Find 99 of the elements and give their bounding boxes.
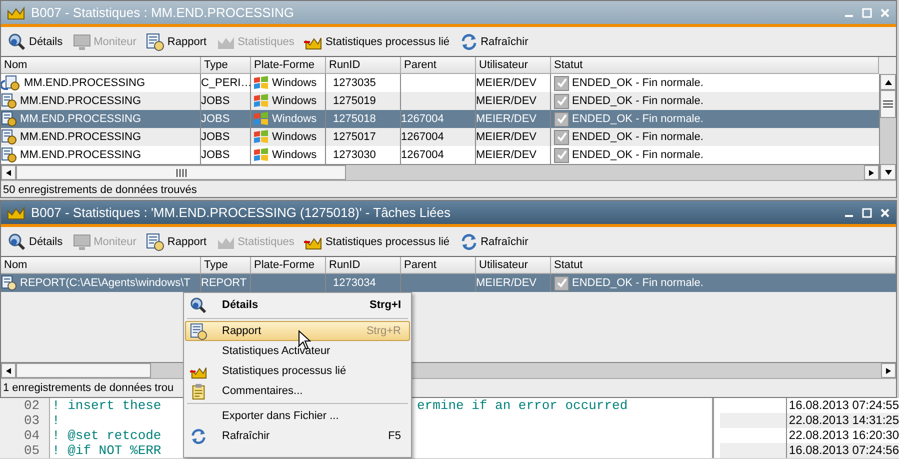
- line-number: 03: [0, 413, 50, 428]
- toolbar-button[interactable]: Statistiques processus lié: [301, 230, 453, 252]
- refresh-icon: [190, 428, 207, 444]
- line-number: 02: [0, 398, 50, 413]
- status-text: ENDED_OK - Fin normale.: [572, 94, 704, 109]
- column-header[interactable]: Type: [201, 257, 251, 273]
- table-row[interactable]: MM.END.PROCESSING JOBS Windows 1275018 1267004 MEIER/DEV ENDED_OK - Fin normale.: [1, 110, 879, 128]
- column-header[interactable]: Plate-Forme: [251, 257, 326, 273]
- menu-item[interactable]: Rapport Strg+R: [185, 321, 410, 341]
- report-icon: [146, 32, 164, 50]
- scroll-left-icon[interactable]: [6, 368, 11, 374]
- search-icon: [8, 232, 26, 250]
- refresh-icon: [460, 232, 478, 250]
- scroll-right-icon[interactable]: [869, 170, 874, 176]
- date-cell-text: 16.08.2013 07:24:55: [788, 398, 899, 413]
- toolbar-button[interactable]: Rafraîchir: [456, 230, 532, 252]
- toolbar-button[interactable]: Détails: [5, 30, 66, 52]
- horizontal-scrollbar[interactable]: [1, 164, 879, 180]
- vertical-scrollbar[interactable]: [879, 74, 896, 180]
- code-text: ! @set retcode: [52, 428, 162, 443]
- shortcut-text: F5: [388, 430, 401, 442]
- date-cell-text: 22.08.2013 16:20:30: [788, 428, 899, 443]
- job-name: REPORT(C:\AE\Agents\windows\T: [20, 276, 190, 291]
- shortcut-text: Strg+R: [366, 325, 401, 337]
- job-name: MM.END.PROCESSING: [20, 148, 142, 163]
- windows-flag-icon: [253, 112, 269, 126]
- grip-icon[interactable]: [883, 100, 893, 108]
- platform-text: Windows: [272, 148, 317, 163]
- table-cell: MEIER/DEV: [476, 274, 551, 292]
- scroll-down-icon[interactable]: [884, 170, 892, 174]
- column-header[interactable]: RunID: [326, 57, 401, 73]
- platform-text: Windows: [272, 112, 317, 127]
- line-number: 04: [0, 428, 50, 443]
- status-text: ENDED_OK - Fin normale.: [572, 276, 704, 291]
- windows-flag-icon: [253, 94, 269, 108]
- clipboard-icon: [190, 382, 207, 400]
- code-text: ! @if NOT %ERR: [52, 443, 162, 458]
- column-header[interactable]: Nom: [1, 57, 201, 73]
- windows-flag-icon: [253, 76, 269, 90]
- report-icon: [146, 232, 164, 250]
- job-name: MM.END.PROCESSING: [20, 130, 142, 145]
- status-text: ENDED_OK - Fin normale.: [572, 112, 704, 127]
- toolbar-button[interactable]: Rapport: [143, 230, 210, 252]
- search-icon: [8, 32, 26, 50]
- report-icon: [190, 322, 207, 340]
- monitor-icon: [72, 232, 91, 250]
- code-text: !: [52, 413, 60, 428]
- search-icon: [190, 296, 207, 314]
- scroll-left-icon[interactable]: [6, 170, 11, 176]
- column-header[interactable]: Nom: [1, 257, 201, 273]
- code-text: ! insert these: [52, 398, 162, 413]
- job-name: MM.END.PROCESSING: [20, 94, 142, 109]
- scroll-right-icon[interactable]: [886, 368, 891, 374]
- column-header[interactable]: Plate-Forme: [251, 57, 326, 73]
- window-title: B007 - Statistiques : MM.END.PROCESSING: [31, 5, 295, 20]
- column-header[interactable]: Utilisateur: [476, 57, 551, 73]
- table-row[interactable]: MM.END.PROCESSING JOBS Windows 1273030 1267004 MEIER/DEV ENDED_OK - Fin normale.: [1, 146, 879, 164]
- column-header[interactable]: Utilisateur: [476, 257, 551, 273]
- window-title: B007 - Statistiques : 'MM.END.PROCESSING (1275018)' - Tâches Liées: [31, 205, 452, 220]
- refresh-icon: [460, 32, 478, 50]
- monitor-icon: [72, 32, 91, 50]
- line-number: 05: [0, 443, 50, 458]
- menu-item[interactable]: Statistiques Activateur: [185, 341, 410, 361]
- column-header[interactable]: Type: [201, 57, 251, 73]
- status-text: ENDED_OK - Fin normale.: [572, 130, 704, 145]
- column-header[interactable]: RunID: [326, 257, 401, 273]
- toolbar-button[interactable]: Rapport: [143, 30, 210, 52]
- windows-flag-icon: [253, 148, 269, 162]
- toolbar-button[interactable]: Statistiques processus lié: [301, 30, 453, 52]
- platform-text: Windows: [272, 130, 317, 145]
- job-name: MM.END.PROCESSING: [24, 76, 146, 91]
- table-row[interactable]: REPORT(C:\AE\Agents\windows\T REPORT 1273034 MEIER/DEV ENDED_OK - Fin normale.: [1, 274, 896, 292]
- column-header[interactable]: Statut: [551, 57, 879, 73]
- menu-item[interactable]: Exporter dans Fichier ...: [185, 406, 410, 426]
- status-text: 50 enregistrements de données trouvés: [1, 180, 896, 199]
- column-header[interactable]: Statut: [551, 257, 896, 273]
- platform-text: Windows: [272, 76, 317, 91]
- menu-item[interactable]: Commentaires...: [185, 381, 410, 401]
- status-text: ENDED_OK - Fin normale.: [572, 148, 704, 163]
- platform-text: Windows: [272, 94, 317, 109]
- job-name: MM.END.PROCESSING: [20, 112, 142, 127]
- column-header[interactable]: Parent: [401, 57, 476, 73]
- code-text: ermine if an error occurred: [417, 398, 628, 413]
- scroll-up-icon[interactable]: [884, 80, 892, 84]
- toolbar-button[interactable]: Détails: [5, 230, 66, 252]
- menu-item[interactable]: Statistiques processus lié: [185, 361, 410, 381]
- column-header[interactable]: Parent: [401, 257, 476, 273]
- table-row[interactable]: MM.END.PROCESSING C_PERI… Windows 1273035 MEIER/DEV ENDED_OK - Fin normale.: [1, 74, 879, 92]
- date-cell-text: 16.08.2013 07:24:56: [788, 443, 899, 458]
- shortcut-text: Strg+I: [370, 299, 401, 311]
- close-icon[interactable]: [880, 208, 890, 218]
- grip-icon[interactable]: [175, 168, 187, 176]
- status-text: ENDED_OK - Fin normale.: [572, 76, 704, 91]
- maximize-icon[interactable]: [862, 208, 872, 218]
- windows-flag-icon: [253, 130, 269, 144]
- menu-item[interactable]: Rafraîchir F5: [185, 426, 410, 446]
- toolbar-button[interactable]: Rafraîchir: [456, 30, 532, 52]
- date-cell-text: 22.08.2013 14:31:25: [788, 413, 899, 428]
- menu-item[interactable]: Détails Strg+I: [185, 294, 410, 316]
